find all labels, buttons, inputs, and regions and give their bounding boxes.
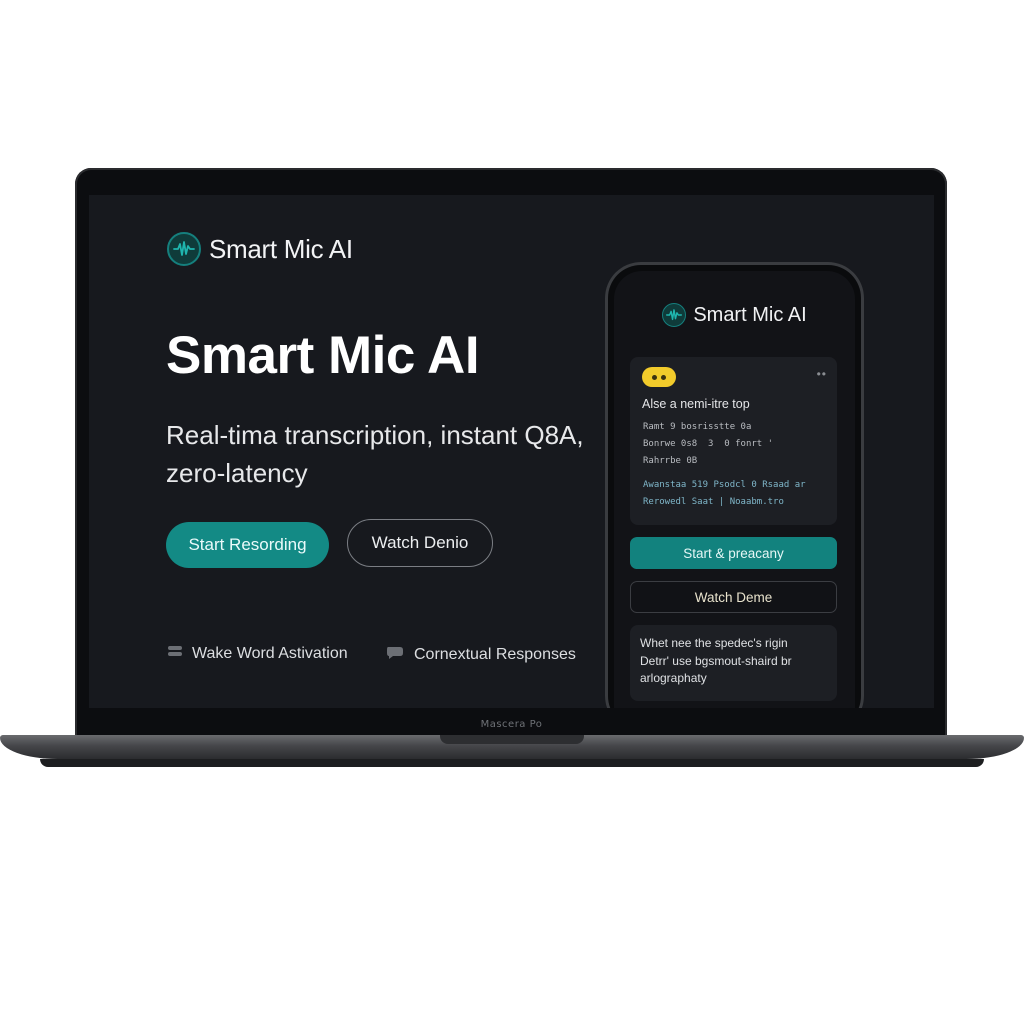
transcript-title: Alse a nemi-itre top xyxy=(642,397,750,411)
laptop-notch xyxy=(440,735,584,744)
feature-wake-word: Wake Word Astivation xyxy=(167,644,348,663)
phone-mockup: Smart Mic AI •• Alse a nemi-itre top Ram… xyxy=(605,262,864,708)
laptop-screen: Smart Mic AI Smart Mic AI Real-tima tran… xyxy=(89,195,934,708)
phone-screen: Smart Mic AI •• Alse a nemi-itre top Ram… xyxy=(614,271,855,708)
laptop-mockup: Smart Mic AI Smart Mic AI Real-tima tran… xyxy=(0,0,1024,1024)
phone-brand-name: Smart Mic AI xyxy=(693,303,807,326)
transcript-line: Awanstaa 519 Psodcl 0 Rsaad ar xyxy=(643,480,806,490)
feature-label: Wake Word Astivation xyxy=(192,644,348,662)
device-label: Mascera Po xyxy=(480,719,543,730)
hero-title: Smart Mic AI xyxy=(166,326,480,385)
brand-name: Smart Mic AI xyxy=(209,233,353,264)
more-options-icon[interactable]: •• xyxy=(817,367,827,381)
toggle-icon xyxy=(167,644,183,663)
feature-contextual-responses: Cornextual Responses xyxy=(385,644,576,665)
waveform-logo-icon xyxy=(167,232,201,266)
chat-icon xyxy=(385,644,405,665)
response-line: Whet nee the spedec's rigin xyxy=(640,636,788,650)
chat-bubble-icon xyxy=(642,367,676,387)
transcript-line: Rerowedl Saat | Noaabm.tro xyxy=(643,497,784,507)
start-recording-button[interactable]: Start Resording xyxy=(166,522,329,568)
laptop-lid: Smart Mic AI Smart Mic AI Real-tima tran… xyxy=(75,168,947,740)
transcript-line: Bonrwe 0s8 3 0 fonrt ' xyxy=(643,439,774,449)
laptop-base-foot xyxy=(40,759,984,767)
watch-demo-button[interactable]: Watch Denio xyxy=(347,519,493,567)
response-card: Whet nee the spedec's rigin Detrr' use b… xyxy=(630,625,837,701)
transcript-card: •• Alse a nemi-itre top Ramt 9 bosrisstt… xyxy=(630,357,837,525)
feature-label: Cornextual Responses xyxy=(414,645,576,663)
response-line: arlographaty xyxy=(640,671,707,685)
response-line: Detrr' use bgsmout-shaird br xyxy=(640,653,792,668)
phone-start-button[interactable]: Start & preacany xyxy=(630,537,837,569)
brand-header[interactable]: Smart Mic AI xyxy=(167,232,353,266)
transcript-line: Ramt 9 bosrisstte 0a xyxy=(643,422,752,432)
transcript-line: Rahrrbe 0B xyxy=(643,456,698,466)
phone-watch-demo-button[interactable]: Watch Deme xyxy=(630,581,837,613)
phone-brand-header: Smart Mic AI xyxy=(614,303,855,327)
waveform-logo-icon xyxy=(662,303,687,327)
hero-subtitle: Real-tima transcription, instant Q8A, ze… xyxy=(166,420,584,488)
